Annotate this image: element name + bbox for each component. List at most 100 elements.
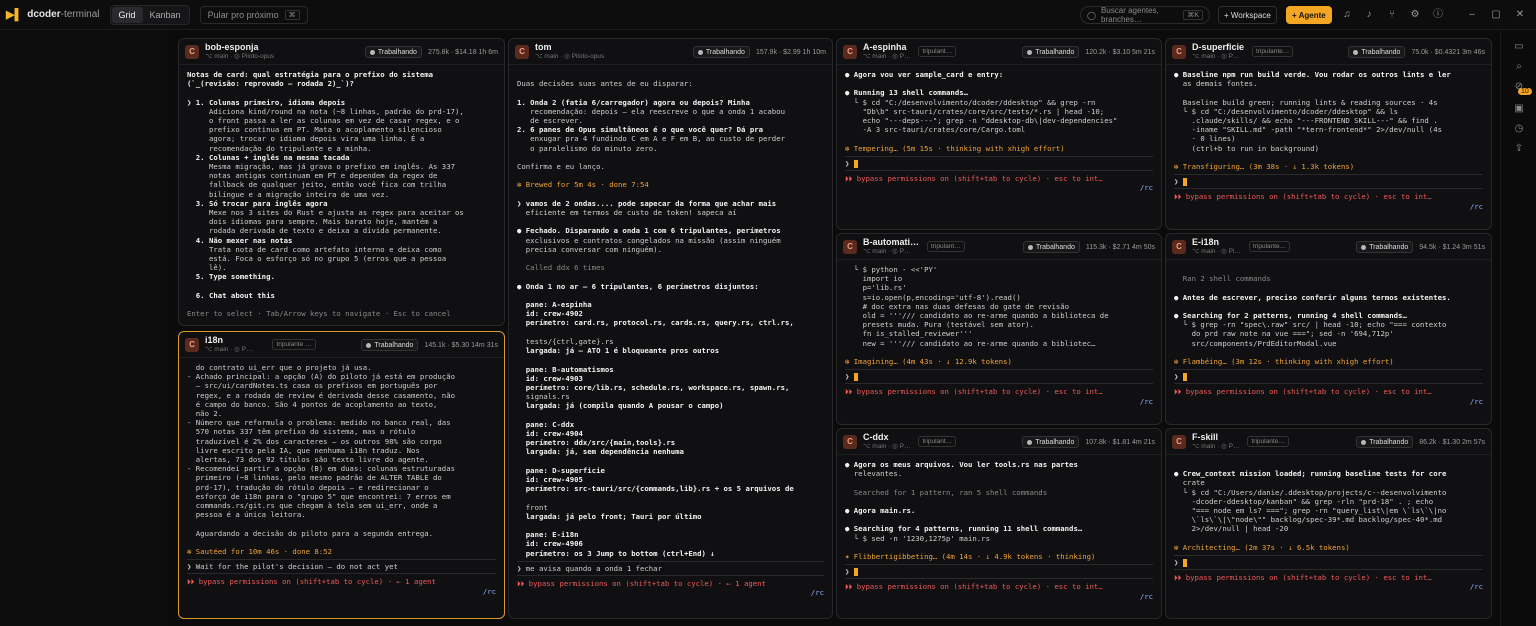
view-kanban-tab[interactable]: Kanban bbox=[143, 7, 188, 23]
terminal-line: pane: D-superficie bbox=[517, 465, 605, 475]
terminal-line: dois idiomas para sempre. Mais barato ho… bbox=[187, 217, 438, 227]
pane-branch: ⌥ main · ◎ P… bbox=[1192, 52, 1240, 60]
pane-header: C i18n ⌥ main · ◎ P… tripulante … Trabalh… bbox=[179, 332, 504, 358]
agent-pane-e-i18n[interactable]: C E-i18n ⌥ main · ◎ Pi… tripulante… Traba… bbox=[1165, 233, 1492, 425]
prompt-input[interactable]: ❯ bbox=[845, 369, 1153, 385]
prompt-input[interactable]: ❯ Wait for the pilot's decision — do not… bbox=[187, 559, 496, 575]
agent-pane-d-superficie[interactable]: C D-superficie ⌥ main · ◎ P… tripulante… … bbox=[1165, 38, 1492, 230]
maximize-icon[interactable]: ▢ bbox=[1489, 8, 1503, 22]
add-agent-button[interactable]: + Agente bbox=[1286, 6, 1332, 24]
remote-control-link[interactable]: /rc bbox=[187, 587, 496, 596]
remote-control-link[interactable]: /rc bbox=[845, 592, 1153, 601]
prompt-input[interactable]: ❯ bbox=[845, 155, 1153, 172]
terminal-line: largada: já (compila quando A pousar o c… bbox=[517, 401, 724, 411]
avatar: C bbox=[185, 337, 199, 352]
terminal-line: Mexe nos 3 sites do Rust e ajusta as reg… bbox=[187, 208, 464, 218]
cursor-icon bbox=[1182, 559, 1187, 568]
prompt-input[interactable]: ❯ bbox=[1174, 369, 1483, 385]
right-rail: ▭ ⌕ ⊘ 10 ▣ ◷ ⇪ bbox=[1500, 31, 1536, 626]
pane-terminal[interactable]: Duas decisões suas antes de eu disparar:… bbox=[509, 66, 832, 618]
terminal-line: largada: já, sem dependência nenhuma bbox=[517, 447, 684, 457]
remote-control-link[interactable]: /rc bbox=[517, 588, 824, 597]
info-icon[interactable]: ⓘ bbox=[1431, 8, 1445, 22]
close-icon[interactable]: ✕ bbox=[1513, 8, 1527, 22]
notification-badge: 10 bbox=[1518, 88, 1532, 95]
skip-next-button[interactable]: Pular pro próximo ⌘ bbox=[199, 5, 308, 24]
panel-icon[interactable]: ▭ bbox=[1512, 41, 1526, 55]
terminal-line: ● Onda 1 no ar — 6 tripulantes, 6 períme… bbox=[517, 281, 759, 291]
pane-terminal[interactable]: Ran 2 shell commands ● Antes de escrever… bbox=[1166, 261, 1491, 424]
bell-icon[interactable]: ♫ bbox=[1340, 8, 1354, 22]
terminal-line: Duas decisões suas antes de eu disparar: bbox=[517, 79, 693, 89]
remote-control-link[interactable]: /rc bbox=[1174, 397, 1483, 406]
pane-title: D-superficie bbox=[1192, 41, 1245, 52]
terminal-line: notas antigas continuam em PT e dependem… bbox=[187, 171, 438, 181]
terminal-line: livre escrito pela IA, que nenhuma i18n … bbox=[187, 445, 420, 455]
terminal-line: pane: A-espinha bbox=[517, 300, 592, 310]
terminal-line: o paralelismo do minuto zero. bbox=[517, 143, 658, 153]
app-name-main: dcoder bbox=[27, 9, 61, 20]
minimize-icon[interactable]: – bbox=[1465, 8, 1479, 22]
pane-terminal[interactable]: ● Agora os meus arquivos. Vou ler tools.… bbox=[837, 456, 1161, 618]
agent-pane-bob-esponja[interactable]: C bob-esponja ⌥ main · ◎ Piloto-opus Trab… bbox=[178, 38, 505, 326]
terminal-line: é campo do banco. São 4 pontos de acopla… bbox=[187, 399, 438, 409]
agent-pane-c-ddx[interactable]: C C-ddx ⌥ main · ◎ P… tripulant… Trabalha… bbox=[836, 428, 1162, 619]
prompt-input[interactable]: ❯ bbox=[845, 564, 1153, 580]
status-badge: Trabalhando bbox=[364, 46, 422, 58]
terminal-line: Mesma migração, mas já grava o prefixo e… bbox=[187, 162, 455, 172]
terminal-line: — src/ui/cardNotes.ts casa os prefixos e… bbox=[187, 381, 438, 391]
terminal-line: pane: E-i18n bbox=[517, 530, 579, 540]
pane-terminal[interactable]: ● Crew_context mission loaded; running b… bbox=[1166, 456, 1491, 618]
gear-icon[interactable]: ⚙ bbox=[1408, 8, 1422, 22]
search-box[interactable]: ◯ Buscar agentes, branches… ⌘K bbox=[1080, 6, 1210, 24]
pane-title: A-espinha bbox=[863, 41, 907, 52]
pane-terminal[interactable]: ● Agora vou ver sample_card e entry: ● R… bbox=[837, 66, 1161, 229]
pane-terminal[interactable]: ● Baseline npm run build verde. Vou roda… bbox=[1166, 66, 1491, 229]
add-workspace-button[interactable]: + Workspace bbox=[1218, 6, 1277, 24]
terminal-line: regex, e a rodada de review é derivada d… bbox=[187, 390, 455, 400]
status-badge: Trabalhando bbox=[1022, 46, 1080, 58]
terminal-line: pessoa é a única leitora. bbox=[187, 510, 306, 520]
view-grid-tab[interactable]: Grid bbox=[111, 6, 143, 23]
branch-icon[interactable]: ⑂ bbox=[1385, 8, 1399, 22]
search-icon[interactable]: ⌕ bbox=[1512, 61, 1526, 75]
terminal-line: ● Running 13 shell commands… bbox=[845, 88, 969, 98]
pane-stats: 86.2k · $1.30 2m 57s bbox=[1419, 438, 1485, 446]
terminal-line: tests/{ctrl,gate}.rs bbox=[517, 336, 614, 346]
terminal-icon[interactable]: ▣ bbox=[1512, 103, 1526, 117]
terminal-line: -A 3 src-tauri/crates/core/Cargo.toml bbox=[845, 125, 1026, 135]
microphone-icon[interactable]: ♪ bbox=[1362, 8, 1376, 22]
agent-pane-f-skill[interactable]: C F-skill ⌥ main · ◎ P… tripulante… Traba… bbox=[1165, 428, 1492, 619]
pane-terminal[interactable]: └ $ python - <<'PY' import io p='lib.rs'… bbox=[837, 261, 1161, 424]
status-badge: Trabalhando bbox=[1356, 436, 1414, 448]
terminal-line: prefixo continua em PT. Mata o acoplamen… bbox=[187, 125, 442, 135]
prompt-input[interactable]: ❯ bbox=[1174, 555, 1483, 571]
remote-control-link[interactable]: /rc bbox=[845, 183, 1153, 192]
terminal-line: 3. Só trocar para inglês agora bbox=[187, 198, 328, 208]
logo-mark: ▶▌ bbox=[6, 9, 23, 21]
pane-terminal[interactable]: Notas de card: qual estratégia para o pr… bbox=[179, 66, 504, 325]
remote-control-link[interactable]: /rc bbox=[1174, 582, 1483, 591]
status-label: Trabalhando bbox=[1035, 48, 1075, 56]
pane-terminal[interactable]: do contrato ui_err que o projeto já usa.… bbox=[179, 359, 504, 618]
terminal-line: de escrever. bbox=[517, 116, 583, 126]
remote-control-link[interactable]: /rc bbox=[845, 397, 1153, 406]
agent-pane-i18n[interactable]: C i18n ⌥ main · ◎ P… tripulante … Trabalh… bbox=[178, 331, 505, 619]
agent-pane-tom[interactable]: C tom ⌥ main · ◎ Piloto-opus Trabalhando … bbox=[508, 38, 833, 619]
agent-pane-b-automatismos[interactable]: C B-automati… ⌥ main · ◎ P… tripulant… Tr… bbox=[836, 233, 1162, 425]
terminal-line: ✻ Tempering… (5m 15s · thinking with xhi… bbox=[845, 143, 1065, 153]
terminal-line: · 0 lines) bbox=[1174, 134, 1236, 144]
history-icon[interactable]: ◷ bbox=[1512, 123, 1526, 137]
agent-pane-a-espinha[interactable]: C A-espinha ⌥ main · ◎ P… tripulant… Trab… bbox=[836, 38, 1162, 230]
share-icon[interactable]: ⇪ bbox=[1512, 143, 1526, 157]
avatar: C bbox=[185, 44, 199, 59]
terminal-line: perímetro: os 3 Jump to bottom (ctrl+End… bbox=[517, 548, 715, 558]
remote-control-link[interactable]: /rc bbox=[1174, 202, 1483, 211]
prompt-input[interactable]: ❯ me avisa quando a onda 1 fechar bbox=[517, 560, 824, 576]
prompt-input[interactable]: ❯ bbox=[1174, 174, 1483, 190]
terminal-line: as demais fontes. bbox=[1174, 79, 1258, 89]
terminal-line: crate bbox=[1174, 478, 1205, 488]
